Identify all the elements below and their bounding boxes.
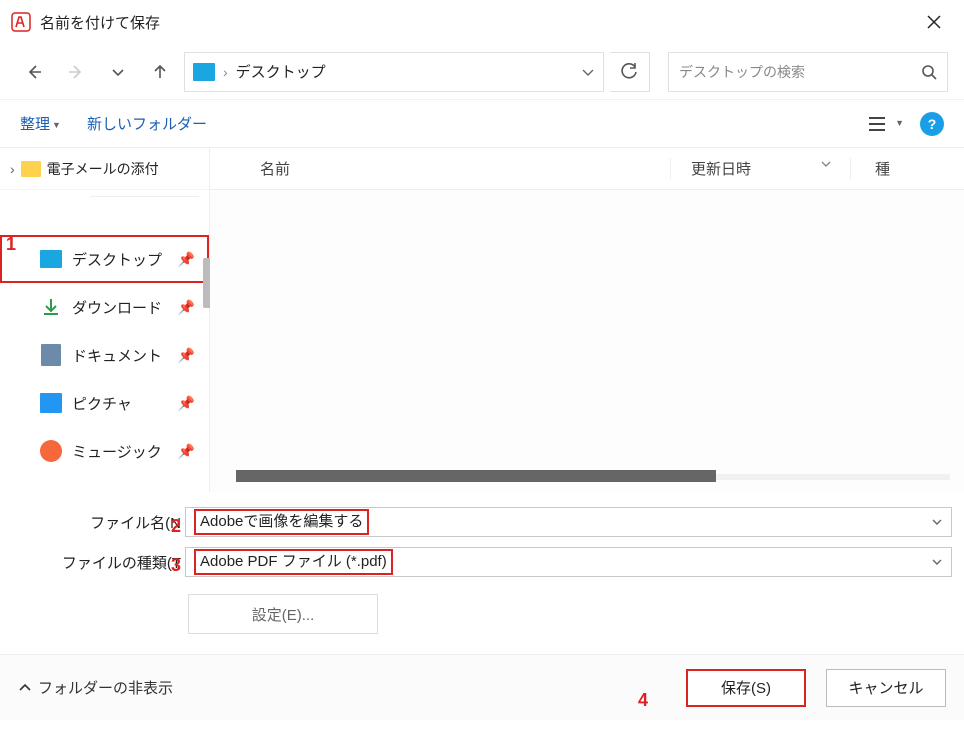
download-icon xyxy=(40,296,62,318)
chevron-down-icon[interactable] xyxy=(931,516,943,528)
pin-icon: 📌 xyxy=(178,395,195,412)
desktop-icon xyxy=(193,63,215,81)
navigation-pane: › 電子メールの添付 デスクトップ 📌 ダウンロード 📌 ドキュメント 📌 xyxy=(0,148,210,492)
divider xyxy=(90,196,199,197)
annotation-3: 3 xyxy=(171,555,181,576)
filename-label: ファイル名(N xyxy=(0,512,185,533)
sidebar-item-label: ドキュメント xyxy=(72,345,162,366)
breadcrumb[interactable]: › デスクトップ xyxy=(184,52,604,92)
search-input[interactable]: デスクトップの検索 xyxy=(668,52,948,92)
tree-item-attachments[interactable]: › 電子メールの添付 xyxy=(0,148,209,190)
organize-menu[interactable]: 整理▼ xyxy=(20,113,61,134)
hide-folders-toggle[interactable]: フォルダーの非表示 xyxy=(18,677,173,698)
nav-recent-button[interactable] xyxy=(100,54,136,90)
sidebar-item-documents[interactable]: ドキュメント 📌 xyxy=(0,331,209,379)
sidebar-item-music[interactable]: ミュージック 📌 xyxy=(0,427,209,475)
cancel-button[interactable]: キャンセル xyxy=(826,669,946,707)
sidebar-item-label: ミュージック xyxy=(72,441,162,462)
chevron-down-icon[interactable] xyxy=(931,556,943,568)
filetype-value: Adobe PDF ファイル (*.pdf) xyxy=(194,549,393,575)
search-icon xyxy=(921,64,937,80)
titlebar: 名前を付けて保存 xyxy=(0,0,964,44)
desktop-icon xyxy=(40,250,62,268)
column-header-name[interactable]: 名前 xyxy=(210,158,670,179)
column-header-type[interactable]: 種 xyxy=(850,158,964,179)
horizontal-scrollbar[interactable] xyxy=(236,470,950,484)
filename-input[interactable]: Adobeで画像を編集する xyxy=(185,507,952,537)
quick-access-list: デスクトップ 📌 ダウンロード 📌 ドキュメント 📌 ピクチャ 📌 xyxy=(0,235,209,475)
new-folder-button[interactable]: 新しいフォルダー xyxy=(87,113,207,134)
file-list-pane: 名前 更新日時 種 xyxy=(210,148,964,492)
nav-forward-button[interactable] xyxy=(58,54,94,90)
toolbar: 整理▼ 新しいフォルダー ▼ ? xyxy=(0,100,964,148)
sidebar-item-label: ピクチャ xyxy=(72,393,132,414)
navbar: › デスクトップ デスクトップの検索 xyxy=(0,44,964,100)
tree-item-label: 電子メールの添付 xyxy=(47,159,159,179)
column-header-date[interactable]: 更新日時 xyxy=(670,158,850,179)
help-button[interactable]: ? xyxy=(920,112,944,136)
sidebar-item-label: デスクトップ xyxy=(72,249,162,270)
file-list-body[interactable] xyxy=(210,190,964,492)
chevron-down-icon xyxy=(820,158,832,170)
close-button[interactable] xyxy=(914,4,954,40)
chevron-right-icon: › xyxy=(10,161,15,177)
pictures-icon xyxy=(40,393,62,413)
pin-icon: 📌 xyxy=(178,443,195,460)
main-area: › 電子メールの添付 デスクトップ 📌 ダウンロード 📌 ドキュメント 📌 xyxy=(0,148,964,492)
footer: フォルダーの非表示 保存(S) キャンセル xyxy=(0,654,964,720)
annotation-4: 4 xyxy=(638,690,648,711)
app-icon xyxy=(10,11,32,33)
sidebar-item-downloads[interactable]: ダウンロード 📌 xyxy=(0,283,209,331)
music-icon xyxy=(40,440,62,462)
save-fields: ファイル名(N Adobeで画像を編集する ファイルの種類(T Adobe PD… xyxy=(0,492,964,654)
pin-icon: 📌 xyxy=(178,347,195,364)
nav-back-button[interactable] xyxy=(16,54,52,90)
folder-icon xyxy=(21,161,41,177)
document-icon xyxy=(41,344,61,366)
sidebar-item-pictures[interactable]: ピクチャ 📌 xyxy=(0,379,209,427)
chevron-down-icon[interactable] xyxy=(581,65,595,79)
scrollbar-thumb[interactable] xyxy=(236,470,716,482)
filetype-select[interactable]: Adobe PDF ファイル (*.pdf) xyxy=(185,547,952,577)
pin-icon: 📌 xyxy=(178,251,195,268)
filename-value: Adobeで画像を編集する xyxy=(194,509,369,535)
save-button[interactable]: 保存(S) xyxy=(686,669,806,707)
annotation-2: 2 xyxy=(171,516,181,537)
sidebar-item-desktop[interactable]: デスクトップ 📌 xyxy=(0,235,209,283)
nav-up-button[interactable] xyxy=(142,54,178,90)
search-placeholder: デスクトップの検索 xyxy=(679,62,805,82)
sidebar-item-label: ダウンロード xyxy=(72,297,162,318)
breadcrumb-location[interactable]: デスクトップ xyxy=(236,61,326,82)
filetype-label: ファイルの種類(T xyxy=(0,552,185,573)
chevron-up-icon xyxy=(18,681,32,695)
annotation-1: 1 xyxy=(6,234,16,255)
list-header: 名前 更新日時 種 xyxy=(210,148,964,190)
settings-button[interactable]: 設定(E)... xyxy=(188,594,378,634)
refresh-button[interactable] xyxy=(610,52,650,92)
window-title: 名前を付けて保存 xyxy=(40,12,160,33)
view-options-button[interactable]: ▼ xyxy=(869,116,904,132)
chevron-right-icon: › xyxy=(223,64,228,80)
pin-icon: 📌 xyxy=(178,299,195,316)
